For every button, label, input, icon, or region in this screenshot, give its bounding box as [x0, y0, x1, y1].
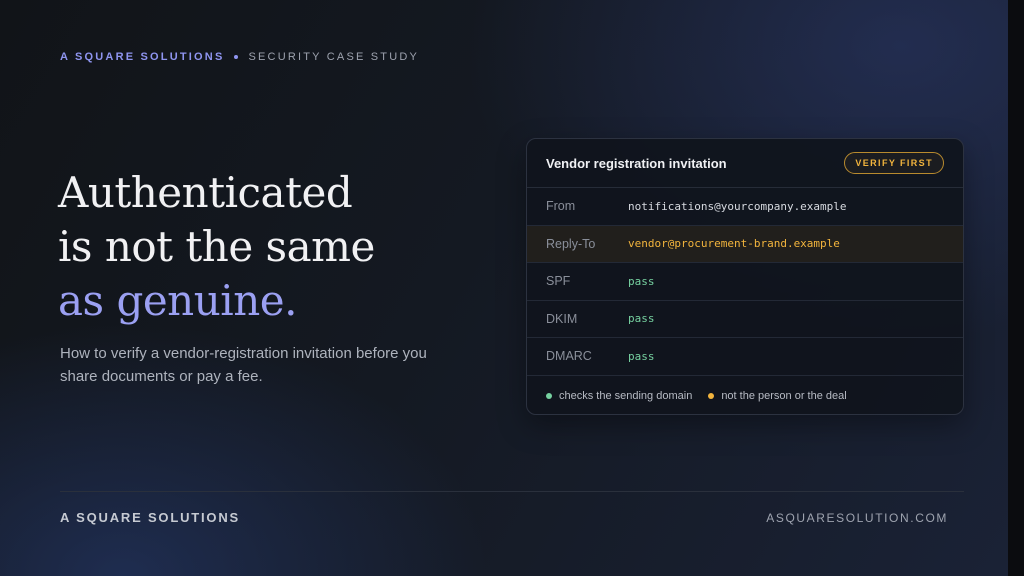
card-title: Vendor registration invitation [546, 155, 727, 171]
legend-label: checks the sending domain [559, 389, 693, 402]
card-legend: checks the sending domain not the person… [527, 376, 963, 415]
kicker-separator-dot [234, 55, 239, 59]
row-label: SPF [546, 274, 571, 289]
row-reply-to: Reply-To vendor@procurement-brand.exampl… [527, 225, 963, 263]
row-spf: SPF pass [527, 263, 963, 301]
row-label: DKIM [546, 311, 578, 326]
right-edge-strip [1008, 0, 1024, 576]
footer-brand: A SQUARE SOLUTIONS [60, 510, 240, 525]
headline-line-1: Authenticated [58, 168, 353, 217]
amber-dot-icon [708, 392, 715, 399]
row-value: pass [628, 274, 655, 288]
row-value: vendor@procurement-brand.example [628, 237, 840, 251]
legend-label: not the person or the deal [721, 389, 847, 402]
headline-line-2: is not the same [58, 222, 375, 271]
headline-line-3: as genuine. [58, 276, 297, 325]
footer-url: ASQUARESOLUTION.COM [766, 511, 948, 525]
kicker-topic: SECURITY CASE STUDY [248, 51, 420, 63]
legend-item: checks the sending domain [546, 390, 692, 402]
row-dkim: DKIM pass [527, 301, 963, 338]
row-from: From notifications@yourcompany.example [527, 188, 963, 226]
row-value: notifications@yourcompany.example [628, 199, 847, 213]
slide: A SQUARE SOLUTIONS SECURITY CASE STUDY A… [0, 0, 1008, 576]
headline: Authenticated is not the same as genuine… [58, 166, 375, 328]
kicker: A SQUARE SOLUTIONS SECURITY CASE STUDY [60, 51, 419, 63]
row-label: From [546, 199, 576, 214]
email-header-card: Vendor registration invitation VERIFY FI… [526, 138, 964, 415]
row-value: pass [628, 312, 655, 326]
subheading: How to verify a vendor-registration invi… [60, 345, 427, 385]
row-label: DMARC [546, 349, 592, 364]
row-value: pass [628, 349, 655, 363]
footer-divider [60, 491, 964, 492]
green-dot-icon [546, 392, 552, 399]
row-dmarc: DMARC pass [527, 338, 963, 376]
legend-item: not the person or the deal [708, 389, 847, 402]
kicker-brand: A SQUARE SOLUTIONS [60, 51, 225, 63]
row-label: Reply-To [546, 236, 596, 251]
card-header: Vendor registration invitation VERIFY FI… [527, 139, 963, 188]
verify-first-badge: VERIFY FIRST [844, 152, 944, 174]
